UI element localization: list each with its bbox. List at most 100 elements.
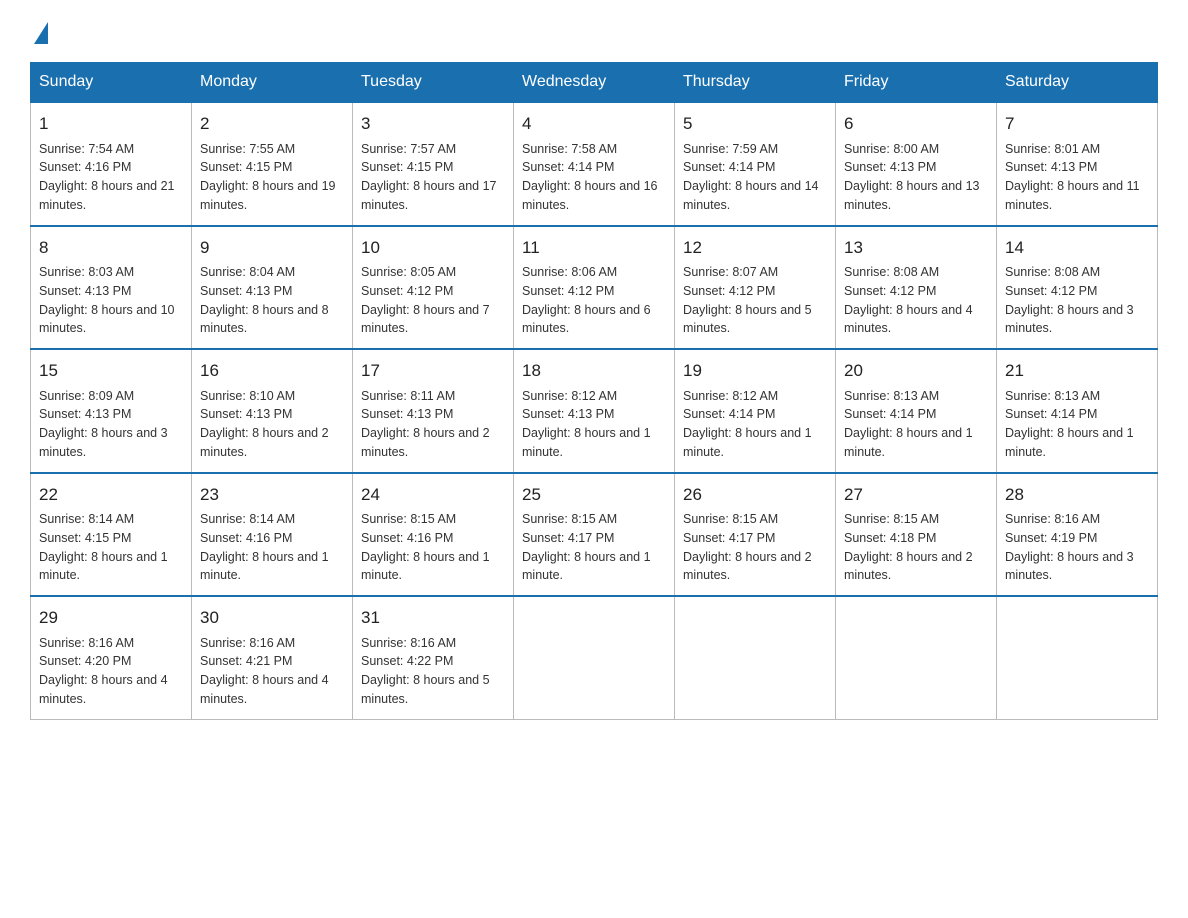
daylight-label: Daylight: 8 hours and 4 minutes. xyxy=(844,303,973,336)
sunset-label: Sunset: 4:13 PM xyxy=(361,407,453,421)
daylight-label: Daylight: 8 hours and 4 minutes. xyxy=(200,673,329,706)
empty-cell xyxy=(675,596,836,719)
daylight-label: Daylight: 8 hours and 2 minutes. xyxy=(683,550,812,583)
day-cell-13: 13Sunrise: 8:08 AMSunset: 4:12 PMDayligh… xyxy=(836,226,997,350)
header-row: SundayMondayTuesdayWednesdayThursdayFrid… xyxy=(31,63,1158,103)
daylight-label: Daylight: 8 hours and 1 minute. xyxy=(39,550,168,583)
sunrise-label: Sunrise: 8:13 AM xyxy=(1005,389,1100,403)
sunrise-label: Sunrise: 8:16 AM xyxy=(361,636,456,650)
day-number: 3 xyxy=(361,111,505,137)
calendar-header: SundayMondayTuesdayWednesdayThursdayFrid… xyxy=(31,63,1158,103)
sunset-label: Sunset: 4:22 PM xyxy=(361,654,453,668)
day-number: 31 xyxy=(361,605,505,631)
day-number: 22 xyxy=(39,482,183,508)
sunset-label: Sunset: 4:12 PM xyxy=(683,284,775,298)
sunset-label: Sunset: 4:13 PM xyxy=(200,284,292,298)
day-number: 25 xyxy=(522,482,666,508)
sunset-label: Sunset: 4:14 PM xyxy=(844,407,936,421)
sunrise-label: Sunrise: 8:06 AM xyxy=(522,265,617,279)
week-row-1: 1Sunrise: 7:54 AMSunset: 4:16 PMDaylight… xyxy=(31,102,1158,226)
sunset-label: Sunset: 4:14 PM xyxy=(522,160,614,174)
sunrise-label: Sunrise: 8:04 AM xyxy=(200,265,295,279)
day-number: 7 xyxy=(1005,111,1149,137)
day-cell-30: 30 Sunrise: 8:16 AM Sunset: 4:21 PM Dayligh… xyxy=(192,596,353,719)
day-number: 14 xyxy=(1005,235,1149,261)
day-cell-21: 21Sunrise: 8:13 AMSunset: 4:14 PMDayligh… xyxy=(997,349,1158,473)
day-cell-4: 4Sunrise: 7:58 AMSunset: 4:14 PMDaylight… xyxy=(514,102,675,226)
day-cell-23: 23 Sunrise: 8:14 AM Sunset: 4:16 PM Dayligh… xyxy=(192,473,353,597)
daylight-label: Daylight: 8 hours and 1 minute. xyxy=(361,550,490,583)
day-cell-22: 22Sunrise: 8:14 AMSunset: 4:15 PMDayligh… xyxy=(31,473,192,597)
day-cell-12: 12Sunrise: 8:07 AMSunset: 4:12 PMDayligh… xyxy=(675,226,836,350)
day-cell-18: 18Sunrise: 8:12 AMSunset: 4:13 PMDayligh… xyxy=(514,349,675,473)
sunrise-label: Sunrise: 8:08 AM xyxy=(844,265,939,279)
sunset-label: Sunset: 4:12 PM xyxy=(1005,284,1097,298)
sunrise-label: Sunrise: 8:15 AM xyxy=(361,512,456,526)
sunrise-label: Sunrise: 8:16 AM xyxy=(39,636,134,650)
day-cell-29: 29Sunrise: 8:16 AMSunset: 4:20 PMDayligh… xyxy=(31,596,192,719)
header-cell-friday: Friday xyxy=(836,63,997,103)
header-cell-sunday: Sunday xyxy=(31,63,192,103)
day-number: 30 xyxy=(200,605,344,631)
daylight-label: Daylight: 8 hours and 2 minutes. xyxy=(844,550,973,583)
sunrise-label: Sunrise: 7:55 AM xyxy=(200,142,295,156)
sunrise-label: Sunrise: 8:12 AM xyxy=(522,389,617,403)
daylight-label: Daylight: 8 hours and 2 minutes. xyxy=(200,426,329,459)
sunrise-label: Sunrise: 7:59 AM xyxy=(683,142,778,156)
sunset-label: Sunset: 4:17 PM xyxy=(522,531,614,545)
day-number: 2 xyxy=(200,111,344,137)
header-cell-saturday: Saturday xyxy=(997,63,1158,103)
sunrise-label: Sunrise: 8:01 AM xyxy=(1005,142,1100,156)
sunrise-label: Sunrise: 8:03 AM xyxy=(39,265,134,279)
daylight-label: Daylight: 8 hours and 17 minutes. xyxy=(361,179,497,212)
day-cell-17: 17Sunrise: 8:11 AMSunset: 4:13 PMDayligh… xyxy=(353,349,514,473)
daylight-label: Daylight: 8 hours and 19 minutes. xyxy=(200,179,336,212)
daylight-label: Daylight: 8 hours and 1 minute. xyxy=(1005,426,1134,459)
day-number: 26 xyxy=(683,482,827,508)
daylight-label: Daylight: 8 hours and 1 minute. xyxy=(522,550,651,583)
day-cell-28: 28Sunrise: 8:16 AMSunset: 4:19 PMDayligh… xyxy=(997,473,1158,597)
day-number: 9 xyxy=(200,235,344,261)
daylight-label: Daylight: 8 hours and 13 minutes. xyxy=(844,179,980,212)
day-cell-27: 27Sunrise: 8:15 AMSunset: 4:18 PMDayligh… xyxy=(836,473,997,597)
sunrise-label: Sunrise: 8:15 AM xyxy=(844,512,939,526)
sunset-label: Sunset: 4:13 PM xyxy=(844,160,936,174)
day-number: 27 xyxy=(844,482,988,508)
sunrise-label: Sunrise: 8:08 AM xyxy=(1005,265,1100,279)
day-number: 23 xyxy=(200,482,344,508)
day-cell-2: 2 Sunrise: 7:55 AM Sunset: 4:15 PM Daylight… xyxy=(192,102,353,226)
sunset-label: Sunset: 4:15 PM xyxy=(361,160,453,174)
day-cell-15: 15Sunrise: 8:09 AMSunset: 4:13 PMDayligh… xyxy=(31,349,192,473)
logo xyxy=(30,20,48,44)
sunset-label: Sunset: 4:21 PM xyxy=(200,654,292,668)
calendar-body: 1Sunrise: 7:54 AMSunset: 4:16 PMDaylight… xyxy=(31,102,1158,719)
sunset-label: Sunset: 4:13 PM xyxy=(39,284,131,298)
sunrise-label: Sunrise: 7:58 AM xyxy=(522,142,617,156)
sunrise-label: Sunrise: 8:16 AM xyxy=(1005,512,1100,526)
day-number: 1 xyxy=(39,111,183,137)
day-cell-26: 26Sunrise: 8:15 AMSunset: 4:17 PMDayligh… xyxy=(675,473,836,597)
daylight-label: Daylight: 8 hours and 21 minutes. xyxy=(39,179,175,212)
sunset-label: Sunset: 4:15 PM xyxy=(200,160,292,174)
day-number: 24 xyxy=(361,482,505,508)
sunrise-label: Sunrise: 8:16 AM xyxy=(200,636,295,650)
week-row-4: 22Sunrise: 8:14 AMSunset: 4:15 PMDayligh… xyxy=(31,473,1158,597)
daylight-label: Daylight: 8 hours and 1 minute. xyxy=(200,550,329,583)
day-cell-9: 9Sunrise: 8:04 AMSunset: 4:13 PMDaylight… xyxy=(192,226,353,350)
sunrise-label: Sunrise: 8:14 AM xyxy=(200,512,295,526)
header-cell-wednesday: Wednesday xyxy=(514,63,675,103)
sunset-label: Sunset: 4:16 PM xyxy=(200,531,292,545)
sunrise-label: Sunrise: 8:15 AM xyxy=(683,512,778,526)
day-number: 12 xyxy=(683,235,827,261)
daylight-label: Daylight: 8 hours and 5 minutes. xyxy=(361,673,490,706)
sunset-label: Sunset: 4:12 PM xyxy=(844,284,936,298)
daylight-label: Daylight: 8 hours and 6 minutes. xyxy=(522,303,651,336)
day-number: 16 xyxy=(200,358,344,384)
header-cell-monday: Monday xyxy=(192,63,353,103)
sunset-label: Sunset: 4:19 PM xyxy=(1005,531,1097,545)
sunrise-label: Sunrise: 8:11 AM xyxy=(361,389,455,403)
sunrise-label: Sunrise: 8:12 AM xyxy=(683,389,778,403)
day-cell-10: 10Sunrise: 8:05 AMSunset: 4:12 PMDayligh… xyxy=(353,226,514,350)
day-number: 20 xyxy=(844,358,988,384)
week-row-3: 15Sunrise: 8:09 AMSunset: 4:13 PMDayligh… xyxy=(31,349,1158,473)
